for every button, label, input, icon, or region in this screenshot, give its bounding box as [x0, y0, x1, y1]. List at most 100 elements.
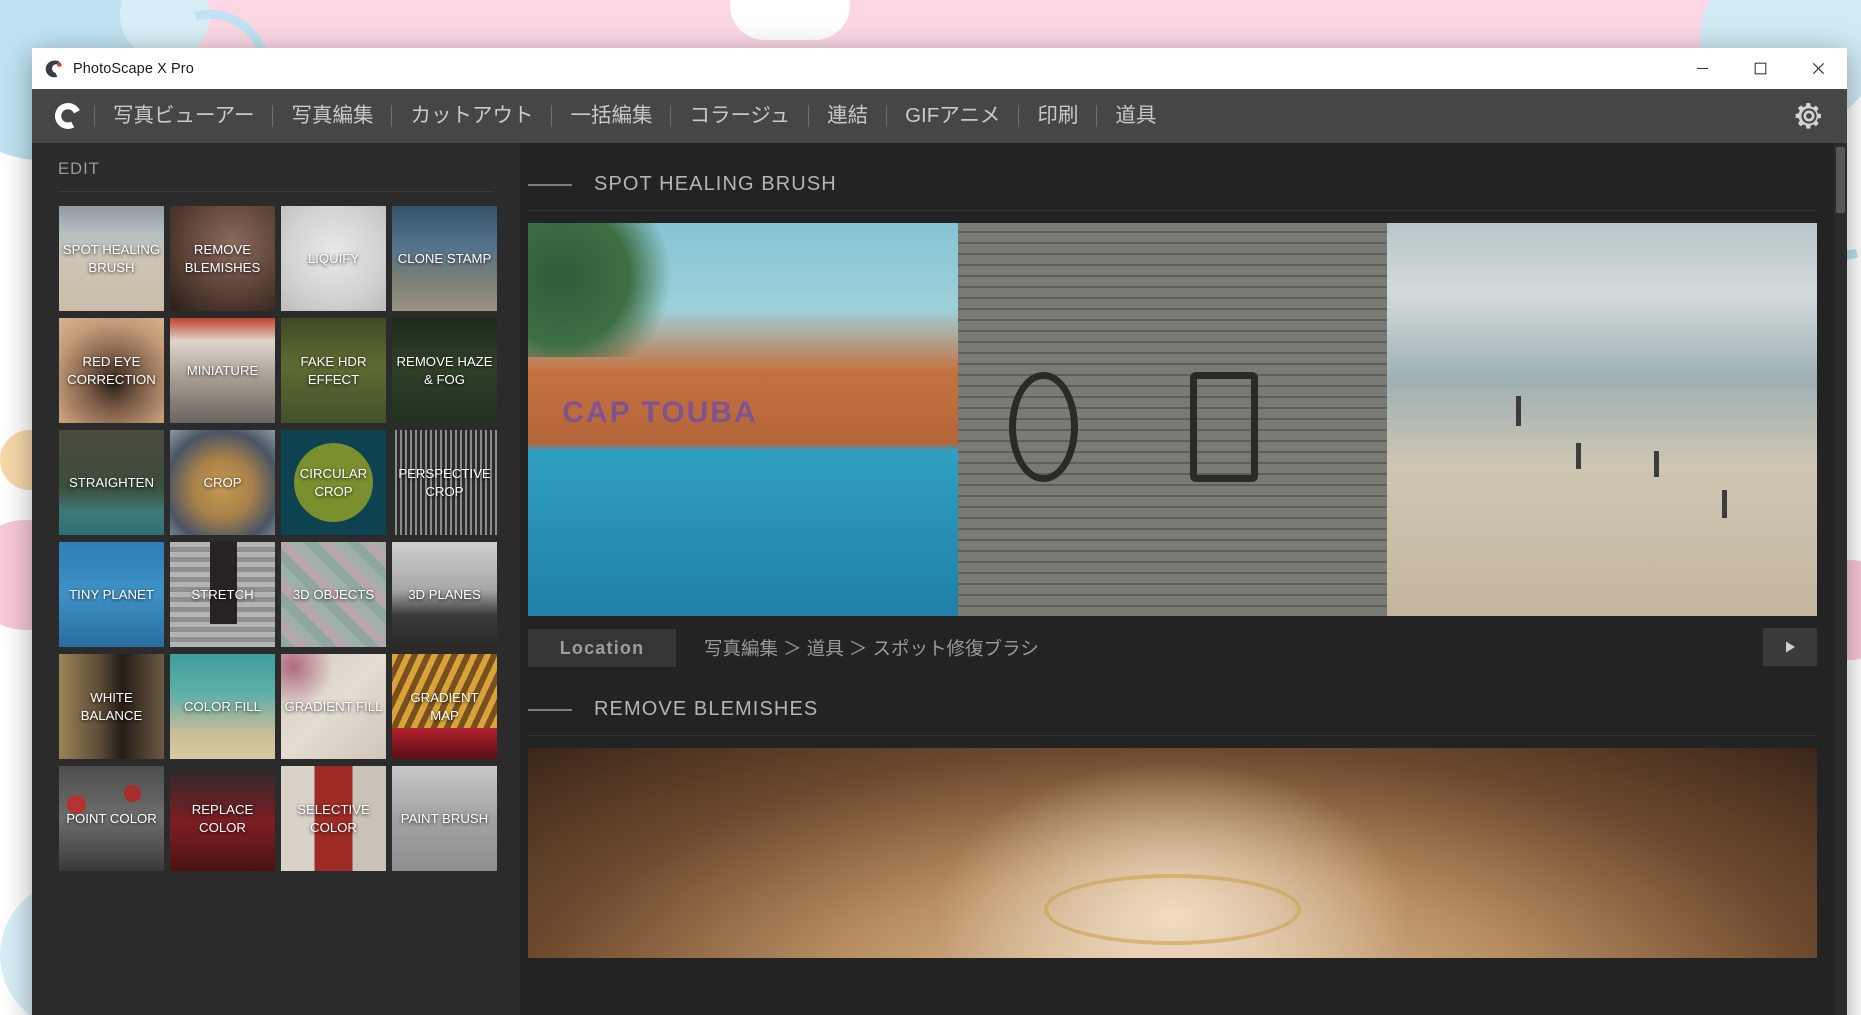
- tool-straighten[interactable]: STRAIGHTEN: [59, 430, 164, 535]
- play-button[interactable]: [1763, 628, 1817, 666]
- gear-icon[interactable]: [1793, 100, 1825, 132]
- tool-spot-healing-brush[interactable]: SPOT HEALING BRUSH: [59, 206, 164, 311]
- content-scrollbar[interactable]: [1834, 143, 1847, 1015]
- tool-circular-crop[interactable]: CIRCULAR CROP: [281, 430, 386, 535]
- tool-label: TINY PLANET: [69, 586, 154, 602]
- tab-photo-viewer[interactable]: 写真ビューアー: [99, 89, 268, 143]
- preview-pane-brickwall[interactable]: [957, 223, 1388, 616]
- nav-separator: [272, 105, 274, 127]
- minimize-button[interactable]: [1673, 48, 1731, 89]
- breadcrumb[interactable]: 写真編集 ＞ 道具 ＞ スポット修復ブラシ: [704, 635, 1039, 661]
- sidebar-title: EDIT: [58, 160, 100, 178]
- tab-cutout[interactable]: カットアウト: [396, 89, 547, 143]
- tool-gradient-fill[interactable]: GRADIENT FILL: [281, 654, 386, 759]
- nav-separator: [886, 105, 888, 127]
- tool-crop[interactable]: CROP: [170, 430, 275, 535]
- tool-clone-stamp[interactable]: CLONE STAMP: [392, 206, 497, 311]
- tool-point-color[interactable]: POINT COLOR: [59, 766, 164, 871]
- tool-label: STRAIGHTEN: [69, 474, 154, 490]
- tool-label: PERSPECTIVE CROP: [398, 466, 491, 499]
- tool-3d-planes[interactable]: 3D PLANES: [392, 542, 497, 647]
- photoscape-brand-icon[interactable]: [52, 100, 84, 132]
- tool-tiny-planet[interactable]: TINY PLANET: [59, 542, 164, 647]
- nav-separator: [391, 105, 393, 127]
- tool-red-eye-correction[interactable]: RED EYE CORRECTION: [59, 318, 164, 423]
- content-panel: SPOT HEALING BRUSH CAP TOUBA Location 写真…: [520, 143, 1847, 1015]
- section-dash: [528, 708, 572, 711]
- wallpaper-cloud: [730, 0, 850, 40]
- tool-label: SPOT HEALING BRUSH: [62, 242, 161, 275]
- tool-3d-objects[interactable]: 3D OBJECTS: [281, 542, 386, 647]
- close-button[interactable]: [1789, 48, 1847, 89]
- tool-label: REPLACE COLOR: [191, 802, 254, 835]
- close-icon: [1812, 62, 1824, 75]
- tool-label: REMOVE BLEMISHES: [184, 242, 261, 275]
- tool-paint-brush[interactable]: PAINT BRUSH: [392, 766, 497, 871]
- section-divider: [528, 735, 1817, 736]
- section-title: SPOT HEALING BRUSH: [594, 173, 837, 195]
- remove-blemishes-preview[interactable]: [528, 748, 1817, 958]
- tool-color-fill[interactable]: COLOR FILL: [170, 654, 275, 759]
- section-dash: [528, 183, 572, 186]
- sidebar-header: EDIT: [32, 143, 520, 179]
- tool-selective-color[interactable]: SELECTIVE COLOR: [281, 766, 386, 871]
- tool-label: POINT COLOR: [66, 810, 157, 826]
- nav-separator: [1018, 105, 1020, 127]
- tool-label: MINIATURE: [186, 362, 259, 378]
- tool-label: CLONE STAMP: [397, 250, 492, 266]
- tab-print[interactable]: 印刷: [1023, 89, 1092, 143]
- tool-fake-hdr-effect[interactable]: FAKE HDR EFFECT: [281, 318, 386, 423]
- tab-photo-edit[interactable]: 写真編集: [277, 89, 387, 143]
- tab-collage[interactable]: コラージュ: [675, 89, 804, 143]
- tab-batch-edit[interactable]: 一括編集: [556, 89, 666, 143]
- tool-label: 3D OBJECTS: [292, 586, 375, 602]
- maximize-button[interactable]: [1731, 48, 1789, 89]
- tool-remove-blemishes[interactable]: REMOVE BLEMISHES: [170, 206, 275, 311]
- section-title: REMOVE BLEMISHES: [594, 698, 819, 720]
- main-navigation-bar: 写真ビューアー 写真編集 カットアウト 一括編集 コラージュ 連結 GIFアニメ…: [32, 89, 1847, 143]
- tool-white-balance[interactable]: WHITE BALANCE: [59, 654, 164, 759]
- tool-label: FAKE HDR EFFECT: [300, 354, 367, 387]
- tab-gif-animation[interactable]: GIFアニメ: [891, 89, 1014, 143]
- tool-label: COLOR FILL: [184, 698, 261, 714]
- photoscape-logo-icon: [45, 60, 62, 77]
- tool-label: LIQUIFY: [307, 250, 360, 266]
- tool-stretch[interactable]: STRETCH: [170, 542, 275, 647]
- maximize-icon: [1754, 62, 1766, 75]
- location-bar: Location 写真編集 ＞ 道具 ＞ スポット修復ブラシ: [528, 628, 1817, 668]
- tool-grid: SPOT HEALING BRUSH REMOVE BLEMISHES LIQU…: [32, 192, 520, 871]
- tool-perspective-crop[interactable]: PERSPECTIVE CROP: [392, 430, 497, 535]
- tool-gradient-map[interactable]: GRADIENT MAP: [392, 654, 497, 759]
- location-chip: Location: [528, 629, 676, 667]
- tool-label: WHITE BALANCE: [80, 690, 143, 723]
- nav-separator: [670, 105, 672, 127]
- tool-label: RED EYE CORRECTION: [67, 354, 156, 387]
- tool-liquify[interactable]: LIQUIFY: [281, 206, 386, 311]
- location-chip-label: Location: [559, 637, 645, 658]
- tool-replace-color[interactable]: REPLACE COLOR: [170, 766, 275, 871]
- preview-pane-portrait[interactable]: [528, 748, 1817, 958]
- tool-label: STRETCH: [191, 586, 254, 602]
- title-bar: PhotoScape X Pro: [32, 48, 1847, 89]
- tab-combine[interactable]: 連結: [813, 89, 882, 143]
- tool-label: GRADIENT FILL: [284, 698, 383, 714]
- spot-healing-brush-preview[interactable]: CAP TOUBA: [528, 223, 1817, 616]
- nav-separator: [551, 105, 553, 127]
- preview-pane-shore[interactable]: [1387, 223, 1817, 616]
- minimize-icon: [1696, 67, 1708, 70]
- section-spot-healing-brush: SPOT HEALING BRUSH: [520, 143, 1847, 196]
- window-controls: [1673, 48, 1847, 89]
- tab-tools[interactable]: 道具: [1101, 89, 1170, 143]
- preview-pane-pool[interactable]: CAP TOUBA: [528, 223, 958, 616]
- tool-label: SELECTIVE COLOR: [297, 802, 370, 835]
- tool-label: CIRCULAR CROP: [299, 466, 368, 499]
- tool-label: GRADIENT MAP: [410, 690, 479, 723]
- tool-remove-haze-fog[interactable]: REMOVE HAZE & FOG: [392, 318, 497, 423]
- nav-separator: [808, 105, 810, 127]
- tool-label: CROP: [203, 474, 242, 490]
- window-title: PhotoScape X Pro: [73, 60, 194, 77]
- section-divider: [528, 210, 1817, 211]
- tool-miniature[interactable]: MINIATURE: [170, 318, 275, 423]
- nav-separator: [1096, 105, 1098, 127]
- scrollbar-thumb[interactable]: [1836, 147, 1845, 213]
